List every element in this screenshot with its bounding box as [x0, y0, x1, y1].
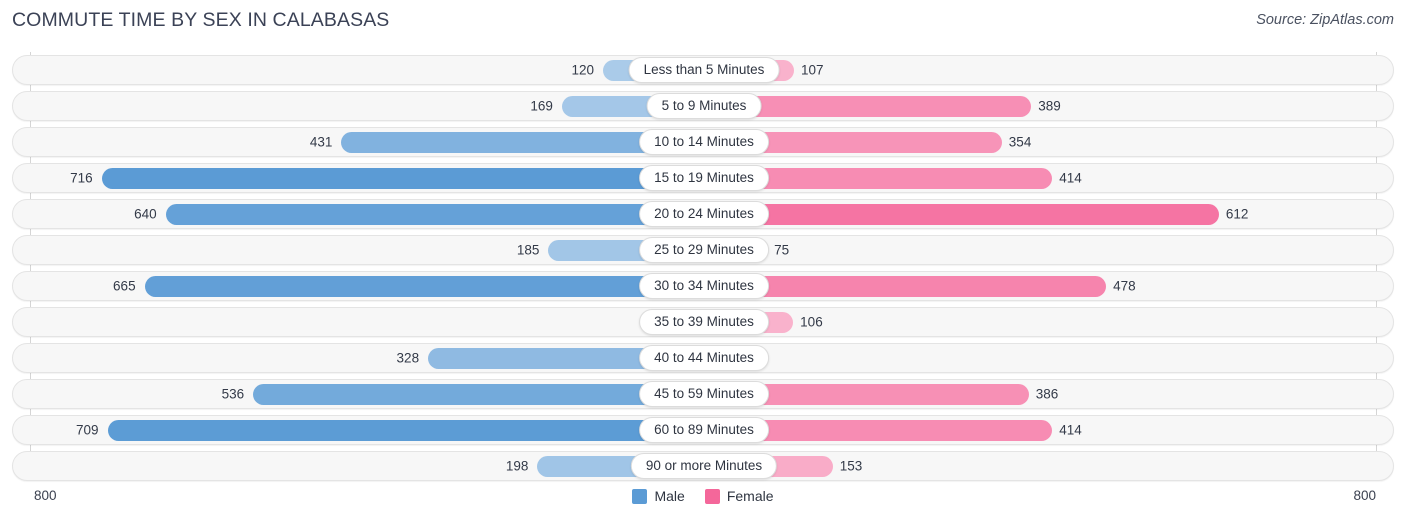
category-label[interactable]: 25 to 29 Minutes — [639, 237, 769, 263]
category-label[interactable]: 20 to 24 Minutes — [639, 201, 769, 227]
plot-area: 120 107 Less than 5 Minutes 169 389 5 to 9 Mi… — [0, 52, 1406, 482]
value-label-female: 612 — [1225, 206, 1249, 222]
table-row[interactable]: 640 612 20 to 24 Minutes — [12, 199, 1394, 229]
value-label-female: 478 — [1113, 278, 1136, 294]
category-label[interactable]: 35 to 39 Minutes — [639, 309, 769, 335]
legend-item-male[interactable]: Male — [632, 488, 685, 504]
value-label-male: 169 — [530, 98, 553, 114]
row-content: 431 354 10 to 14 Minutes — [13, 128, 1393, 156]
value-label-female: 389 — [1038, 98, 1061, 114]
table-row[interactable]: 3410635 to 39 Minutes — [12, 307, 1394, 337]
category-label[interactable]: 90 or more Minutes — [630, 453, 778, 479]
chart-footer: 800 800 Male Female — [0, 484, 1406, 523]
row-content: 169 389 5 to 9 Minutes — [13, 92, 1393, 120]
category-label[interactable]: 40 to 44 Minutes — [639, 345, 769, 371]
row-content: 665 478 30 to 34 Minutes — [13, 272, 1393, 300]
value-label-female: 75 — [774, 242, 790, 258]
category-label[interactable]: 5 to 9 Minutes — [646, 93, 762, 119]
table-row[interactable]: 665 478 30 to 34 Minutes — [12, 271, 1394, 301]
legend-item-female[interactable]: Female — [704, 488, 774, 504]
row-content: 640 612 20 to 24 Minutes — [13, 200, 1393, 228]
value-label-male: 185 — [516, 242, 540, 258]
value-label-male: 716 — [70, 170, 93, 186]
row-content: 709 414 60 to 89 Minutes — [13, 416, 1393, 444]
bar-male[interactable] — [101, 168, 704, 189]
bar-male[interactable] — [253, 384, 704, 405]
value-label-female: 107 — [801, 62, 824, 78]
bar-male[interactable] — [107, 420, 704, 441]
category-label[interactable]: 30 to 34 Minutes — [639, 273, 769, 299]
bar-male[interactable] — [144, 276, 704, 297]
table-row[interactable]: 536 386 45 to 59 Minutes — [12, 379, 1394, 409]
value-label-male: 328 — [396, 350, 420, 366]
value-label-female: 153 — [839, 458, 863, 474]
value-label-female: 414 — [1059, 422, 1082, 438]
row-content: 536 386 45 to 59 Minutes — [13, 380, 1393, 408]
page-title: COMMUTE TIME BY SEX IN CALABASAS — [12, 9, 390, 31]
bar-male[interactable] — [165, 204, 704, 225]
value-label-male: 665 — [113, 278, 136, 294]
table-row[interactable]: 185 75 25 to 29 Minutes — [12, 235, 1394, 265]
category-label[interactable]: 10 to 14 Minutes — [639, 129, 769, 155]
bar-female[interactable] — [704, 204, 1219, 225]
category-label[interactable]: 60 to 89 Minutes — [639, 417, 769, 443]
legend-label-male: Male — [654, 488, 685, 504]
value-label-male: 640 — [134, 206, 157, 222]
legend-label-female: Female — [726, 488, 774, 504]
row-content: 185 75 25 to 29 Minutes — [13, 236, 1393, 264]
table-row[interactable]: 169 389 5 to 9 Minutes — [12, 91, 1394, 121]
value-label-female: 386 — [1035, 386, 1059, 402]
value-label-female: 414 — [1059, 170, 1082, 186]
table-row[interactable]: 198 153 90 or more Minutes — [12, 451, 1394, 481]
row-content: 3285040 to 44 Minutes — [13, 344, 1393, 372]
legend-swatch-female-icon — [704, 488, 720, 504]
table-row[interactable]: 709 414 60 to 89 Minutes — [12, 415, 1394, 445]
row-content: 716 414 15 to 19 Minutes — [13, 164, 1393, 192]
category-label[interactable]: 45 to 59 Minutes — [639, 381, 769, 407]
row-content: 198 153 90 or more Minutes — [13, 452, 1393, 480]
table-row[interactable]: 716 414 15 to 19 Minutes — [12, 163, 1394, 193]
value-label-female: 354 — [1008, 134, 1032, 150]
value-label-male: 536 — [221, 386, 245, 402]
category-label[interactable]: 15 to 19 Minutes — [639, 165, 769, 191]
value-label-male: 120 — [571, 62, 595, 78]
chart-container: COMMUTE TIME BY SEX IN CALABASAS Source:… — [0, 0, 1406, 523]
source-attribution: Source: ZipAtlas.com — [1256, 12, 1394, 28]
value-label-male: 198 — [505, 458, 529, 474]
row-content: 120 107 Less than 5 Minutes — [13, 56, 1393, 84]
category-label[interactable]: Less than 5 Minutes — [628, 57, 780, 83]
value-label-male: 431 — [309, 134, 333, 150]
table-row[interactable]: 3285040 to 44 Minutes — [12, 343, 1394, 373]
table-row[interactable]: 120 107 Less than 5 Minutes — [12, 55, 1394, 85]
legend-swatch-male-icon — [632, 488, 648, 504]
legend: Male Female — [0, 488, 1406, 504]
table-row[interactable]: 431 354 10 to 14 Minutes — [12, 127, 1394, 157]
row-content: 3410635 to 39 Minutes — [13, 308, 1393, 336]
value-label-female: 106 — [800, 314, 823, 330]
value-label-male: 709 — [76, 422, 99, 438]
